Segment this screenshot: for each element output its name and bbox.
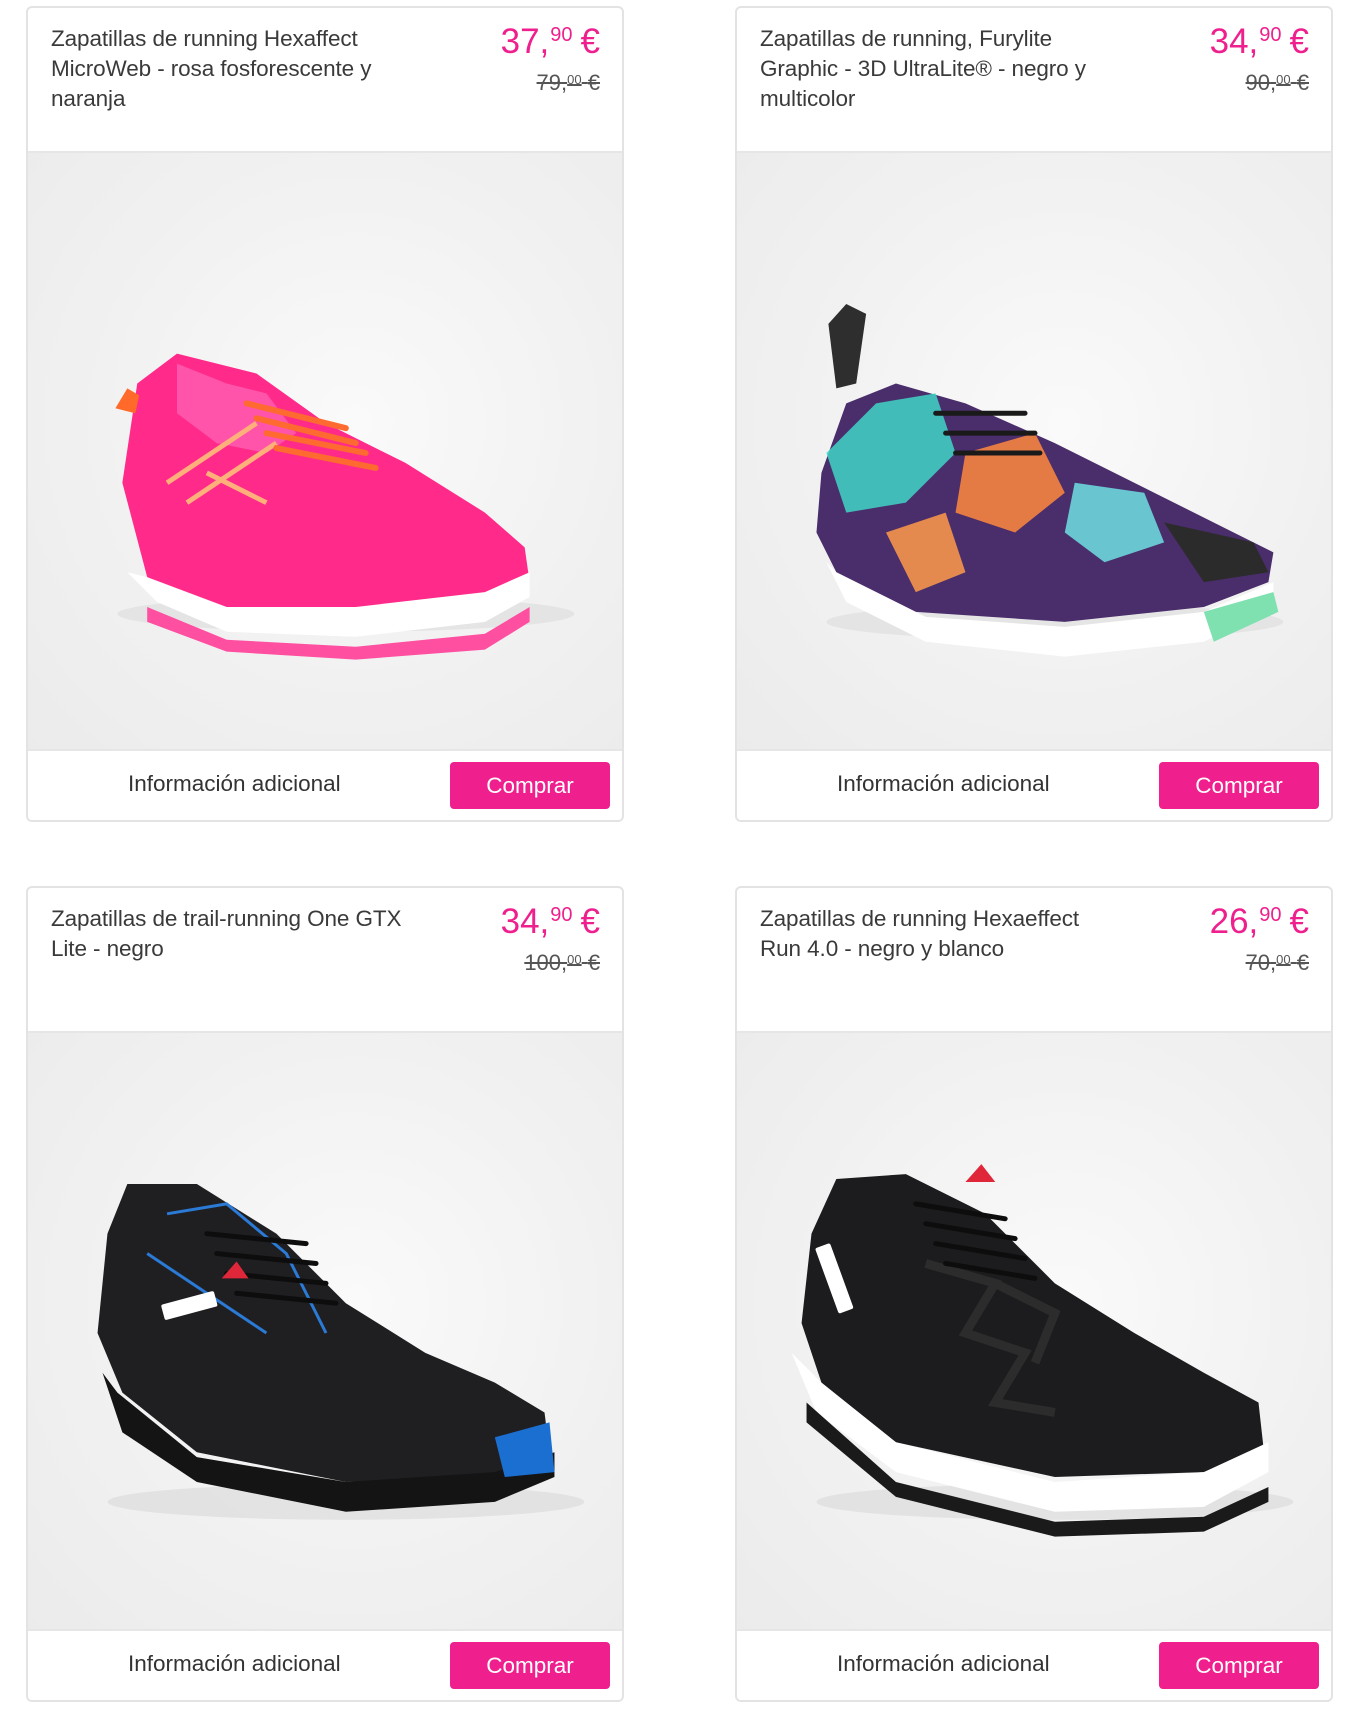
buy-button[interactable]: Comprar [1159, 762, 1319, 809]
price-comma: , [539, 22, 550, 61]
price-comma: , [1248, 22, 1259, 61]
product-card-header: Zapatillas de running Hexaeffect Run 4.0… [737, 888, 1331, 1033]
price-currency: € [1289, 902, 1309, 941]
old-price: 79,00 € [536, 70, 600, 95]
product-card-footer: Información adicional Comprar [737, 1629, 1331, 1700]
shoe-illustration [791, 1164, 1294, 1537]
old-price-cents: 00 [567, 952, 582, 967]
pink-running-shoe-image[interactable] [28, 153, 622, 753]
old-price-currency: € [587, 70, 600, 95]
price-box: 34,90 € 100,00 € [501, 902, 600, 980]
product-card: Zapatillas de running Hexaeffect Run 4.0… [735, 886, 1333, 1702]
old-price-cents: 00 [567, 72, 582, 87]
more-info-link[interactable]: Información adicional [837, 1651, 1050, 1677]
product-card: Zapatillas de running, Furylite Graphic … [735, 6, 1333, 822]
price-currency: € [1289, 22, 1309, 61]
old-price-integer: 100 [524, 950, 562, 975]
price-cents: 90 [1259, 24, 1282, 46]
product-title[interactable]: Zapatillas de running Hexaffect MicroWeb… [51, 24, 411, 114]
shoe-illustration [115, 353, 575, 660]
multicolor-running-shoe-image[interactable] [737, 153, 1331, 753]
current-price: 34,90 € [1210, 22, 1309, 69]
buy-button[interactable]: Comprar [450, 762, 610, 809]
price-currency: € [580, 902, 600, 941]
product-card-footer: Información adicional Comprar [28, 749, 622, 820]
old-price-integer: 79 [536, 70, 562, 95]
price-integer: 26 [1209, 902, 1249, 941]
price-cents: 90 [550, 24, 573, 46]
product-title[interactable]: Zapatillas de running, Furylite Graphic … [760, 24, 1120, 114]
more-info-link[interactable]: Información adicional [128, 1651, 341, 1677]
price-integer: 34 [1209, 22, 1249, 61]
product-card-header: Zapatillas de running, Furylite Graphic … [737, 8, 1331, 153]
current-price: 34,90 € [501, 902, 600, 949]
price-box: 26,90 € 70,00 € [1210, 902, 1309, 980]
old-price-integer: 70 [1245, 950, 1271, 975]
price-cents: 90 [1259, 904, 1282, 926]
old-price-integer: 90 [1245, 70, 1271, 95]
product-title[interactable]: Zapatillas de trail-running One GTX Lite… [51, 904, 411, 964]
price-comma: , [539, 902, 550, 941]
black-trail-shoe-image[interactable] [28, 1033, 622, 1633]
product-title[interactable]: Zapatillas de running Hexaeffect Run 4.0… [760, 904, 1120, 964]
product-card-header: Zapatillas de trail-running One GTX Lite… [28, 888, 622, 1033]
price-box: 34,90 € 90,00 € [1210, 22, 1309, 100]
price-integer: 37 [500, 22, 540, 61]
old-price: 90,00 € [1245, 70, 1309, 95]
current-price: 26,90 € [1210, 902, 1309, 949]
buy-button[interactable]: Comprar [450, 1642, 610, 1689]
more-info-link[interactable]: Información adicional [128, 771, 341, 797]
old-price: 70,00 € [1245, 950, 1309, 975]
old-price-cents: 00 [1276, 952, 1291, 967]
old-price-currency: € [587, 950, 600, 975]
price-cents: 90 [550, 904, 573, 926]
buy-button[interactable]: Comprar [1159, 1642, 1319, 1689]
more-info-link[interactable]: Información adicional [837, 771, 1050, 797]
old-price: 100,00 € [524, 950, 600, 975]
shoe-illustration [97, 1184, 585, 1520]
product-card: Zapatillas de trail-running One GTX Lite… [26, 886, 624, 1702]
old-price-currency: € [1296, 950, 1309, 975]
price-comma: , [1248, 902, 1259, 941]
price-integer: 34 [500, 902, 540, 941]
product-card-footer: Información adicional Comprar [737, 749, 1331, 820]
price-currency: € [580, 22, 600, 61]
old-price-cents: 00 [1276, 72, 1291, 87]
shoe-illustration [816, 304, 1284, 657]
price-box: 37,90 € 79,00 € [501, 22, 600, 100]
old-price-currency: € [1296, 70, 1309, 95]
product-card-footer: Información adicional Comprar [28, 1629, 622, 1700]
current-price: 37,90 € [501, 22, 600, 69]
black-white-running-shoe-image[interactable] [737, 1033, 1331, 1633]
product-card-header: Zapatillas de running Hexaffect MicroWeb… [28, 8, 622, 153]
product-card: Zapatillas de running Hexaffect MicroWeb… [26, 6, 624, 822]
